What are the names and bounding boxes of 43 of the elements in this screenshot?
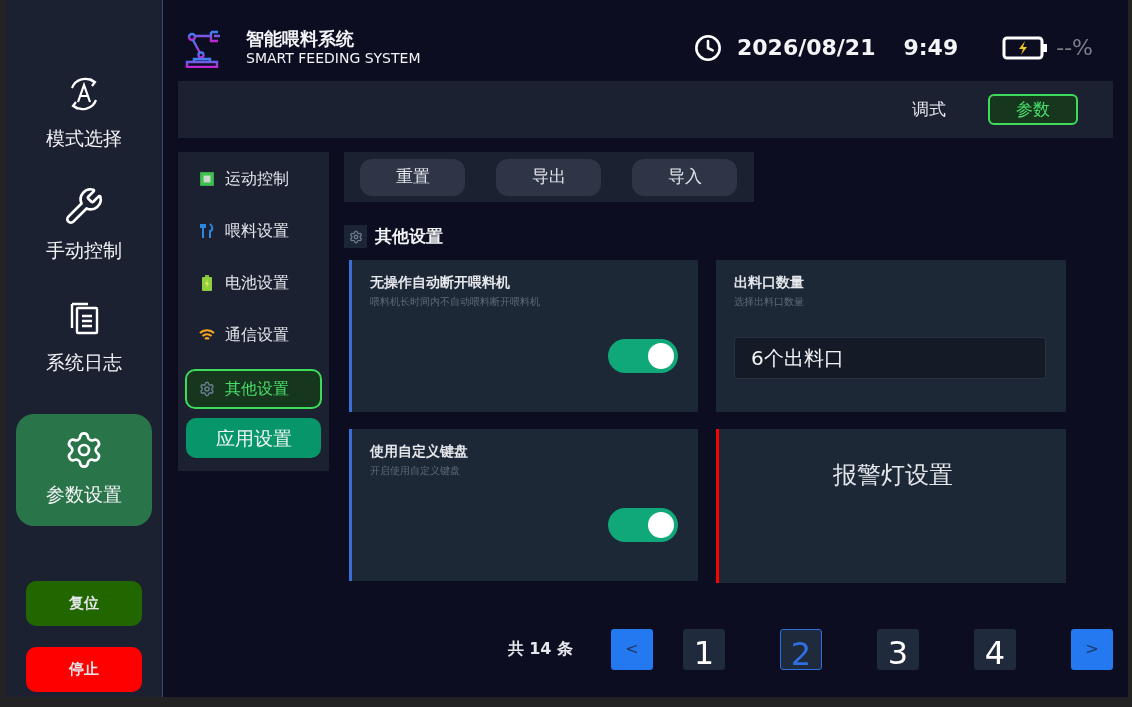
apply-settings-button[interactable]: 应用设置 <box>186 418 321 458</box>
toggle-switch[interactable] <box>608 338 678 373</box>
sidebar-item[interactable]: 手动控制 <box>16 182 152 294</box>
page-button[interactable]: 1 <box>683 628 725 670</box>
section-title: 其他设置 <box>375 225 443 248</box>
card-title: 使用自定义键盘 <box>370 441 469 461</box>
settings-nav-item[interactable]: 电池设置 <box>185 263 322 303</box>
date-text: 2026/08/21 <box>736 34 876 62</box>
settings-nav-item[interactable]: 通信设置 <box>185 315 322 355</box>
settings-nav-item[interactable]: 喂料设置 <box>185 211 322 251</box>
sidebar-item[interactable]: 模式选择 <box>16 70 152 182</box>
tab[interactable]: 调式 <box>912 94 946 125</box>
page-button[interactable]: 3 <box>877 628 919 670</box>
section-icon <box>344 225 367 249</box>
settings-nav-item[interactable]: 其他设置 <box>185 369 322 409</box>
total-count-text: 共 14 条 <box>507 638 573 660</box>
sidebar-icon <box>64 186 104 226</box>
reset-button[interactable]: 复位 <box>26 581 142 626</box>
card-title: 报警灯设置 <box>832 459 953 489</box>
nav-item-icon <box>199 171 215 187</box>
nav-item-icon <box>199 223 215 239</box>
tab[interactable]: 参数 <box>988 94 1078 125</box>
sidebar-item[interactable]: 参数设置 <box>16 414 152 526</box>
sidebar-item[interactable]: 系统日志 <box>16 294 152 406</box>
settings-card[interactable]: 报警灯设置 <box>716 428 1066 583</box>
nav-item-icon <box>199 327 215 343</box>
clock-icon <box>693 33 722 62</box>
select-field[interactable]: 6个出料口 <box>734 336 1046 379</box>
nav-item-icon <box>199 381 215 397</box>
nav-item-icon <box>199 275 215 291</box>
app-title: 智能喂料系统 <box>246 27 355 50</box>
app-subtitle: SMART FEEDING SYSTEM <box>246 50 421 68</box>
battery-charging-icon <box>1002 35 1049 60</box>
toggle-switch[interactable] <box>608 507 678 542</box>
time-text: 9:49 <box>903 34 959 62</box>
settings-nav-item[interactable]: 运动控制 <box>185 159 322 199</box>
card-title: 无操作自动断开喂料机 <box>370 272 511 292</box>
card-title: 出料口数量 <box>734 272 805 292</box>
toolbar-button[interactable]: 重置 <box>360 158 465 196</box>
toolbar-button[interactable]: 导出 <box>496 158 601 196</box>
page-button[interactable]: 4 <box>974 628 1016 670</box>
battery-level-text: --% <box>1056 34 1093 62</box>
toolbar-button[interactable]: 导入 <box>632 158 737 196</box>
